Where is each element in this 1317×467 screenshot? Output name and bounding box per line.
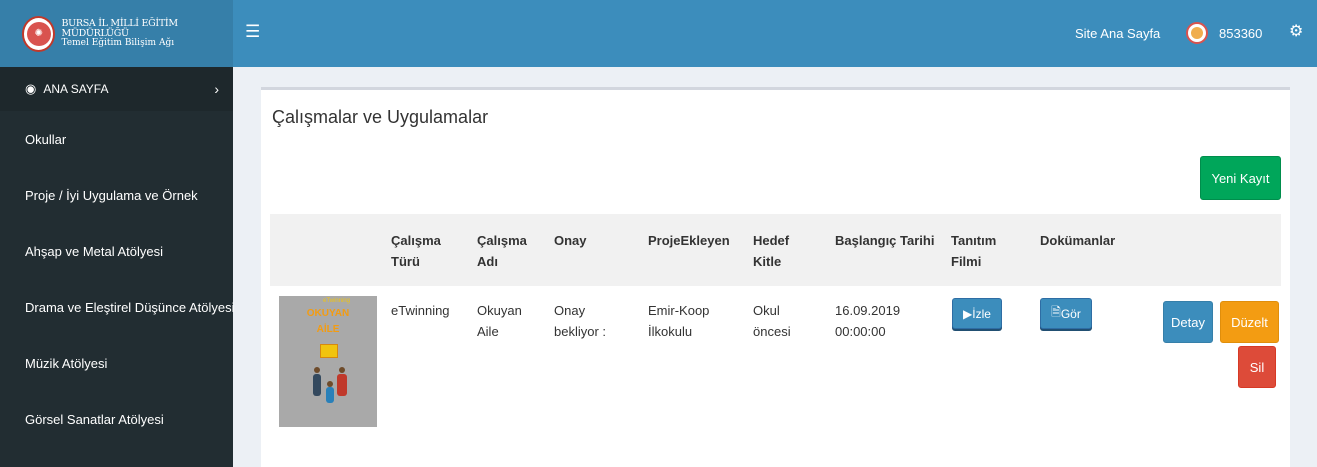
sidebar: ◉ ANA SAYFA › Okullar Proje / İyi Uygula… (0, 67, 235, 467)
thumbnail-title: AİLE (316, 324, 340, 335)
cell-type: eTwinning (391, 303, 450, 318)
thumbnail-title: OKUYAN (306, 308, 350, 319)
cell-audience: Okul öncesi (753, 303, 791, 339)
cell-start-date: 16.09.2019 00:00:00 (835, 303, 901, 339)
family-figure (326, 387, 334, 403)
chevron-right-icon: › (214, 81, 219, 97)
family-figure (337, 374, 347, 396)
top-navbar: ✺ BURSA İL MİLLİ EĞİTİM MÜDÜRLÜĞÜ Temel … (0, 0, 1317, 67)
table-header: Çalışma Türü Çalışma Adı Onay ProjeEkleyen… (270, 214, 1281, 286)
book-icon (320, 344, 338, 358)
sidebar-item-music[interactable]: Müzik Atölyesi (0, 335, 233, 391)
hamburger-icon[interactable]: ☰ (245, 22, 260, 42)
cell-added-by: Emir-Koop İlkokulu (648, 303, 710, 339)
logo-title: BURSA İL MİLLİ EĞİTİM MÜDÜRLÜĞÜ (61, 17, 178, 39)
sidebar-item-drama[interactable]: Drama ve Eleştirel Düşünce Atölyesi (0, 279, 235, 335)
user-name[interactable]: 853360 (1219, 26, 1262, 41)
column-header-name: Çalışma Adı (477, 233, 527, 269)
logo-emblem-icon: ✺ (22, 15, 56, 52)
watch-video-button[interactable]: ▶ İzle (952, 298, 1002, 329)
column-header-promo-film: Tanıtım Filmi (951, 233, 997, 269)
column-header-audience: Hedef Kitle (753, 233, 790, 269)
file-icon: 🗎 (1051, 305, 1061, 319)
table-row: eTwinning OKUYAN AİLE eTwinning Okuyan Ai… (270, 286, 1281, 431)
cell-approval: Onay bekliyor : (554, 303, 607, 339)
sidebar-item-schools[interactable]: Okullar (0, 111, 233, 167)
sidebar-item-wood-metal[interactable]: Ahşap ve Metal Atölyesi (0, 223, 233, 279)
column-header-added-by: ProjeEkleyen (648, 233, 730, 248)
sidebar-item-label: ANA SAYFA (43, 82, 109, 96)
dashboard-icon: ◉ (25, 81, 37, 96)
column-header-documents: Dokümanlar (1040, 233, 1116, 248)
new-record-button[interactable]: Yeni Kayıt (1200, 156, 1281, 200)
logo[interactable]: ✺ BURSA İL MİLLİ EĞİTİM MÜDÜRLÜĞÜ Temel … (0, 0, 233, 67)
edit-button[interactable]: Düzelt (1220, 301, 1279, 343)
user-avatar[interactable] (1186, 22, 1208, 44)
view-document-button[interactable]: 🗎 Gör (1040, 298, 1092, 329)
sidebar-item-home[interactable]: ◉ ANA SAYFA › (0, 67, 233, 111)
detail-button[interactable]: Detay (1163, 301, 1213, 343)
sidebar-item-visual-arts[interactable]: Görsel Sanatlar Atölyesi (0, 391, 233, 447)
family-figure (313, 374, 321, 396)
content-box: Çalışmalar ve Uygulamalar Yeni Kayıt Çal… (261, 87, 1290, 467)
cell-name: Okuyan Aile (477, 303, 522, 339)
sidebar-item-projects[interactable]: Proje / İyi Uygulama ve Örnek (0, 167, 233, 223)
logo-subtitle: Temel Eğitim Bilişim Ağı (61, 37, 175, 48)
cogs-icon[interactable]: ⚙ (1289, 21, 1303, 41)
play-icon: ▶ (963, 306, 973, 321)
column-header-start-date: Başlangıç Tarihi (835, 233, 935, 248)
column-header-type: Çalışma Türü (391, 233, 441, 269)
delete-button[interactable]: Sil (1238, 346, 1276, 388)
site-home-link[interactable]: Site Ana Sayfa (1075, 26, 1160, 41)
project-thumbnail: eTwinning OKUYAN AİLE (279, 296, 377, 427)
column-header-approval: Onay (554, 233, 587, 248)
page-title: Çalışmalar ve Uygulamalar (272, 107, 489, 127)
thumbnail-caption: eTwinning (323, 298, 351, 304)
